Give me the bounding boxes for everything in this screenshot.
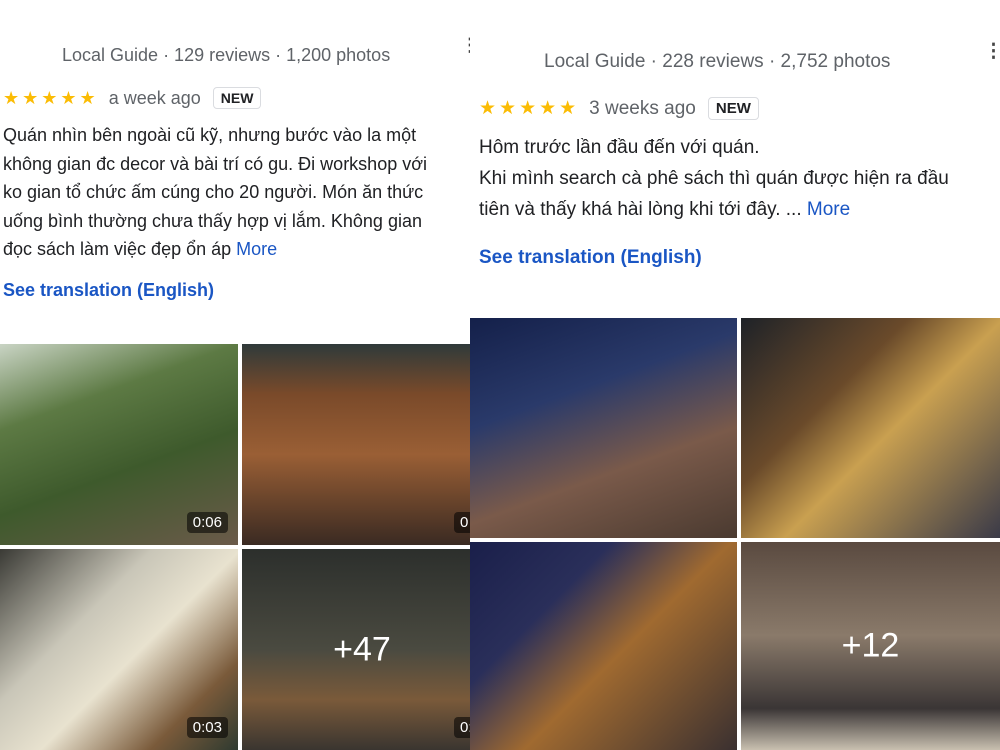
- review-photo[interactable]: [470, 542, 737, 750]
- video-duration: 0:03: [186, 717, 228, 738]
- new-badge: NEW: [707, 97, 759, 120]
- more-options-icon[interactable]: ⋮: [984, 42, 1000, 61]
- review-photo[interactable]: +12: [741, 542, 1000, 750]
- star-rating-icon: ★★★★★: [3, 87, 99, 108]
- review-line: tiên và thấy khá hài lòng khi tới đây. .…: [479, 199, 802, 220]
- review-card-1: Local Guide · 129 reviews · 1,200 photos…: [0, 0, 470, 750]
- review-time: a week ago: [108, 87, 201, 108]
- video-duration: 0:: [454, 717, 470, 738]
- review-time: 3 weeks ago: [589, 97, 696, 119]
- review-line: Hôm trước lần đầu đến với quán.: [479, 137, 760, 158]
- star-rating-icon: ★★★★★: [479, 98, 580, 119]
- more-options-icon[interactable]: ⋮: [461, 36, 470, 54]
- review-photo[interactable]: [741, 318, 1000, 538]
- video-duration: 0: [454, 512, 470, 533]
- review-line: đọc sách làm việc đẹp ổn áp: [3, 239, 232, 259]
- review-photo[interactable]: +47 0:: [242, 549, 470, 750]
- review-text: Quán nhìn bên ngoài cũ kỹ, nhưng bước và…: [3, 121, 427, 264]
- new-badge: NEW: [212, 87, 262, 109]
- review-photo[interactable]: 0:03: [0, 549, 238, 750]
- see-translation-link[interactable]: See translation (English): [479, 247, 702, 269]
- review-line: không gian đc decor và bài trí có gu. Đi…: [3, 153, 428, 174]
- reviewer-meta: Local Guide · 129 reviews · 1,200 photos: [62, 45, 391, 65]
- review-line: Quán nhìn bên ngoài cũ kỹ, nhưng bước và…: [3, 125, 417, 145]
- more-link[interactable]: More: [236, 239, 277, 259]
- see-translation-link[interactable]: See translation (English): [3, 280, 214, 301]
- more-photos-count: +47: [333, 630, 391, 668]
- reviewer-meta: Local Guide · 228 reviews · 2,752 photos: [544, 51, 891, 72]
- review-line: Khi mình search cà phê sách thì quán đượ…: [479, 168, 949, 189]
- review-photo[interactable]: 0:06: [0, 344, 238, 545]
- review-line: uống bình thường chưa thấy hợp vị lắm. K…: [3, 210, 422, 231]
- review-photo[interactable]: 0: [242, 344, 470, 545]
- video-duration: 0:06: [186, 512, 228, 533]
- more-photos-count: +12: [841, 626, 900, 665]
- review-photo[interactable]: [470, 318, 737, 538]
- rating-row: ★★★★★ 3 weeks ago NEW: [479, 97, 759, 120]
- review-line: ko gian tổ chức ấm cúng cho 20 người. Mó…: [3, 182, 424, 202]
- review-card-2: Local Guide · 228 reviews · 2,752 photos…: [470, 0, 1000, 750]
- review-text: Hôm trước lần đầu đến với quán. Khi mình…: [479, 132, 949, 225]
- rating-row: ★★★★★ a week ago NEW: [3, 87, 262, 109]
- more-link[interactable]: More: [807, 199, 850, 220]
